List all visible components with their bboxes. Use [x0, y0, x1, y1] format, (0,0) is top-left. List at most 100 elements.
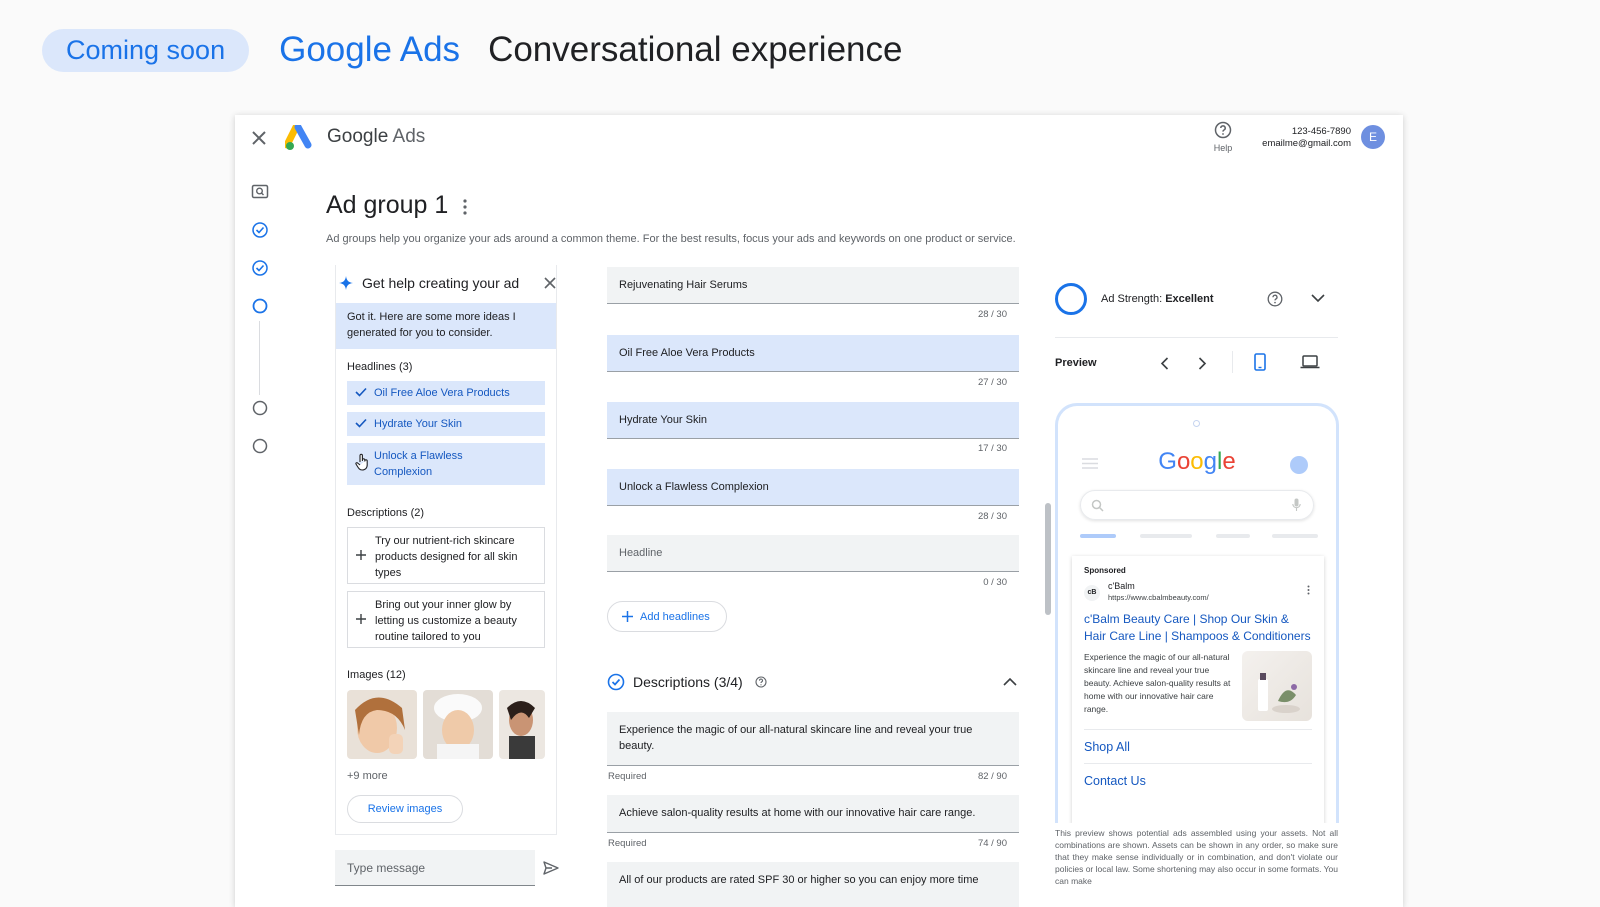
images-title: Images (12)	[347, 669, 406, 681]
suggested-headline[interactable]: Hydrate Your Skin	[347, 412, 545, 436]
step-complete-icon[interactable]	[251, 259, 269, 277]
headlines-title: Headlines (3)	[347, 361, 413, 373]
preview-label: Preview	[1055, 357, 1097, 369]
app-window: Google Ads Help 123-456-7890 emailme@gma…	[235, 115, 1403, 907]
review-images-button[interactable]: Review images	[347, 795, 463, 823]
suggested-headline-text: Oil Free Aloe Vera Products	[374, 387, 510, 399]
close-icon[interactable]	[250, 129, 268, 147]
headline-field[interactable]: Hydrate Your Skin	[607, 402, 1019, 439]
results-tabs	[1080, 534, 1318, 538]
image-thumbnail[interactable]	[499, 690, 545, 759]
chevron-down-icon[interactable]	[1311, 294, 1325, 303]
suggested-headline-text: Hydrate Your Skin	[374, 418, 463, 430]
suggested-description-text: Try our nutrient-rich skincare products …	[375, 535, 518, 579]
advertiser-name: c'Balm	[1108, 581, 1135, 591]
step-current-icon[interactable]	[251, 297, 269, 315]
descriptions-section-title: Descriptions (3/4)	[633, 674, 743, 690]
char-count: 17 / 30	[977, 443, 1007, 454]
required-label: Required	[608, 771, 647, 782]
required-label: Required	[608, 838, 647, 849]
headline-field[interactable]: Unlock a Flawless Complexion	[607, 469, 1019, 506]
scrollbar[interactable]	[1045, 503, 1051, 615]
banner: Coming soon Google Ads Conversational ex…	[42, 28, 902, 72]
divider	[1232, 351, 1233, 373]
more-images-label: +9 more	[347, 770, 388, 782]
sponsored-label: Sponsored	[1084, 566, 1126, 575]
step-connector	[259, 321, 260, 395]
ad-preview-card: Sponsored cB c'Balm https://www.cbalmbea…	[1072, 556, 1324, 823]
chevron-up-icon[interactable]	[1003, 677, 1017, 686]
char-count: 28 / 30	[977, 309, 1007, 320]
more-vert-icon	[1307, 585, 1310, 595]
phone-preview: Google Sponsored cB c'Balm https://www.c…	[1055, 403, 1339, 823]
headline-field[interactable]: Oil Free Aloe Vera Products	[607, 335, 1019, 372]
mobile-icon[interactable]	[1254, 353, 1266, 371]
suggested-description[interactable]: Bring out your inner glow by letting us …	[347, 591, 545, 648]
assistant-panel: Get help creating your ad Got it. Here a…	[335, 265, 557, 835]
hand-cursor-icon	[355, 453, 368, 471]
image-thumbnail[interactable]	[347, 690, 417, 759]
char-count: 27 / 30	[977, 377, 1007, 388]
close-icon[interactable]	[544, 277, 556, 289]
preview-disclaimer: This preview shows potential ads assembl…	[1055, 828, 1338, 886]
ad-body: Experience the magic of our all-natural …	[1084, 651, 1312, 729]
coming-soon-pill: Coming soon	[42, 28, 250, 72]
page-description: Ad groups help you organize your ads aro…	[326, 233, 1016, 245]
ad-strength: Ad Strength: Excellent	[1055, 283, 1345, 317]
add-headlines-button[interactable]: Add headlines	[607, 601, 727, 632]
headline-field-empty[interactable]: Headline	[607, 535, 1019, 572]
ad-strength-prefix: Ad Strength:	[1101, 293, 1163, 305]
suggested-description-text: Bring out your inner glow by letting us …	[375, 599, 517, 643]
microphone-icon	[1292, 498, 1301, 511]
account-dot	[1290, 456, 1308, 474]
ad-headline: c'Balm Beauty Care | Shop Our Skin & Hai…	[1084, 612, 1311, 643]
assistant-message: Got it. Here are some more ideas I gener…	[336, 303, 556, 349]
suggested-headline-text: Unlock a Flawless Complexion	[374, 450, 463, 478]
more-vert-icon[interactable]	[463, 199, 467, 215]
page-title: Ad group 1	[326, 191, 449, 219]
assistant-title: Get help creating your ad	[362, 275, 520, 291]
account-phone: 123-456-7890	[1291, 126, 1351, 137]
send-icon[interactable]	[543, 861, 559, 875]
char-count: 74 / 90	[977, 838, 1007, 849]
banner-brand: Google Ads	[279, 30, 461, 69]
image-thumbnail[interactable]	[423, 690, 493, 759]
headline-field[interactable]: Rejuvenating Hair Serums	[607, 267, 1019, 304]
camera-dot	[1193, 420, 1200, 427]
step-pending-icon[interactable]	[251, 399, 269, 417]
suggested-headline[interactable]: Unlock a Flawless Complexion	[347, 443, 545, 485]
char-count: 82 / 90	[977, 771, 1007, 782]
step-pending-icon[interactable]	[251, 437, 269, 455]
step-complete-icon[interactable]	[251, 221, 269, 239]
search-campaign-icon[interactable]	[251, 183, 269, 201]
suggested-description[interactable]: Try our nutrient-rich skincare products …	[347, 527, 545, 584]
description-field[interactable]: All of our products are rated SPF 30 or …	[607, 862, 1019, 907]
sitelink-shop-all: Shop All	[1084, 729, 1312, 763]
logo-text: Google Ads	[327, 126, 425, 148]
description-field[interactable]: Experience the magic of our all-natural …	[607, 712, 1019, 766]
add-headlines-label: Add headlines	[640, 610, 710, 623]
avatar[interactable]: E	[1361, 125, 1385, 149]
search-icon	[1091, 499, 1104, 512]
sitelink-contact-us: Contact Us	[1084, 763, 1312, 797]
message-input[interactable]: Type message	[335, 850, 535, 886]
google-ads-logo	[285, 125, 312, 150]
check-icon	[355, 418, 367, 428]
help-icon[interactable]	[1267, 291, 1283, 307]
help-icon[interactable]	[755, 676, 767, 688]
banner-slogan: Conversational experience	[488, 30, 903, 69]
add-icon	[356, 550, 366, 560]
google-logo-text: Google	[1158, 448, 1236, 475]
chevron-left-icon[interactable]	[1160, 357, 1169, 370]
chevron-right-icon[interactable]	[1198, 357, 1207, 370]
descriptions-header[interactable]: Descriptions (3/4)	[607, 671, 1019, 693]
ad-strength-ring	[1055, 283, 1087, 315]
description-field[interactable]: Achieve salon-quality results at home wi…	[607, 795, 1019, 833]
suggested-headline[interactable]: Oil Free Aloe Vera Products	[347, 381, 545, 405]
desktop-icon[interactable]	[1300, 355, 1320, 369]
product-image	[1242, 651, 1312, 721]
top-bar: Google Ads Help 123-456-7890 emailme@gma…	[235, 115, 1403, 173]
advertiser-favicon: cB	[1084, 585, 1100, 601]
advertiser-url: https://www.cbalmbeauty.com/	[1108, 593, 1209, 602]
descriptions-title: Descriptions (2)	[347, 507, 425, 519]
